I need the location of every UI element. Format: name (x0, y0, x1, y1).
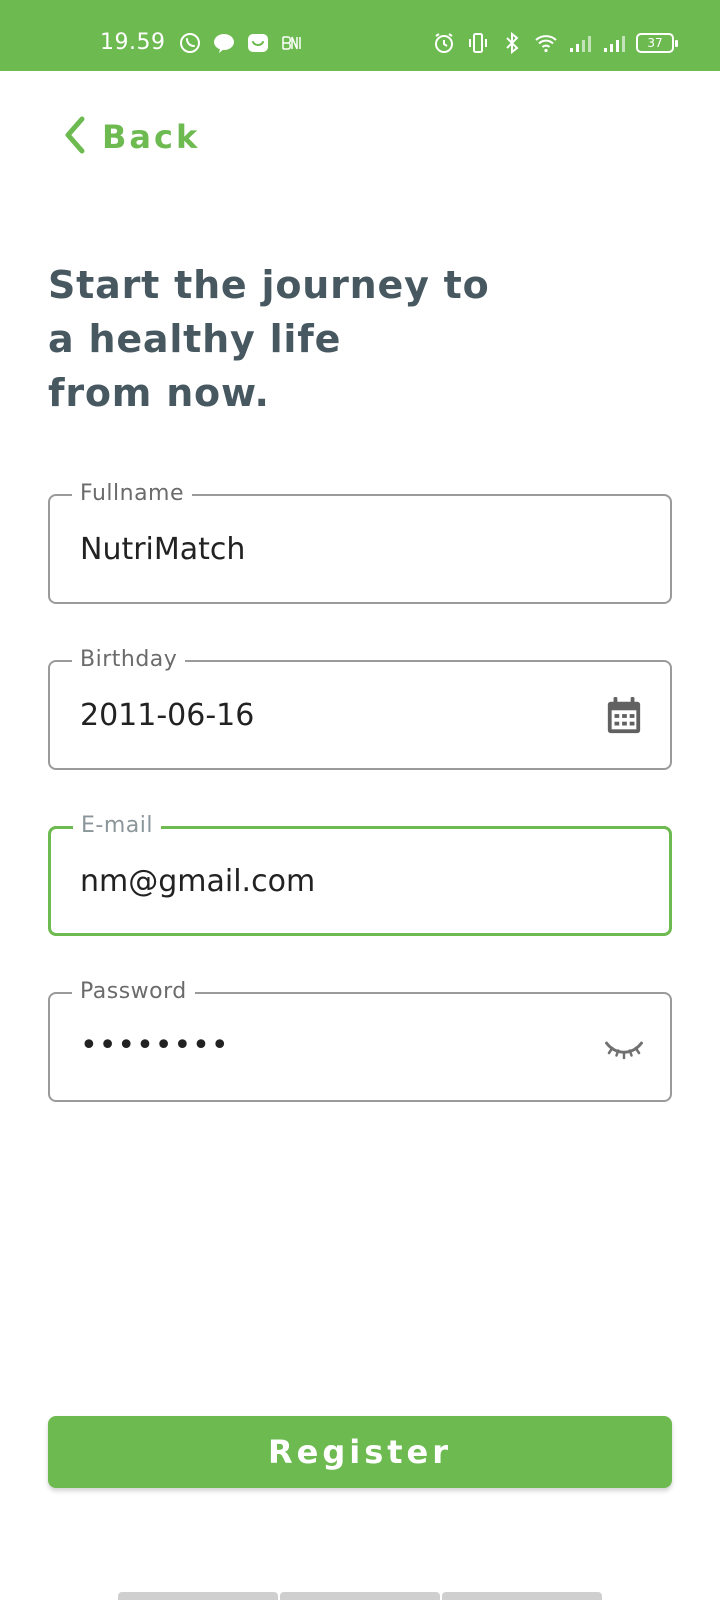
fullname-field[interactable]: Fullname NutriMatch (48, 480, 672, 604)
fullname-label: Fullname (72, 480, 193, 508)
birthday-field[interactable]: Birthday 2011-06-16 (48, 646, 672, 770)
email-field[interactable]: E-mail nm@gmail.com (48, 812, 672, 936)
gesture-bar-segment (280, 1592, 440, 1600)
battery-indicator: 37 (636, 33, 678, 53)
back-label: Back (102, 118, 201, 156)
register-button[interactable]: Register (48, 1416, 672, 1488)
page-title: Start the journey to a healthy life from… (48, 258, 548, 420)
password-label: Password (72, 978, 195, 1006)
password-field[interactable]: Password •••••••• (48, 978, 672, 1102)
password-input[interactable]: •••••••• (80, 1028, 230, 1064)
system-icons: 37 (432, 31, 678, 55)
birthday-input[interactable]: 2011-06-16 (80, 698, 254, 734)
calendar-icon[interactable] (604, 694, 644, 738)
bni-icon (280, 31, 304, 55)
email-input[interactable]: nm@gmail.com (80, 864, 315, 900)
gesture-bar[interactable] (118, 1592, 602, 1600)
bluetooth-icon (500, 31, 524, 55)
wifi-icon (534, 31, 558, 55)
eye-closed-icon[interactable] (604, 1026, 644, 1070)
birthday-label: Birthday (72, 646, 186, 674)
signal-icon (568, 31, 592, 55)
signal-icon (602, 31, 626, 55)
gesture-bar-segment (118, 1592, 278, 1600)
status-bar: 19.59 37 (0, 0, 720, 71)
title-line: from now. (48, 371, 270, 415)
line-icon (212, 31, 236, 55)
chevron-left-icon (60, 115, 90, 159)
notification-icons (178, 31, 304, 55)
title-line: a healthy life (48, 317, 342, 361)
gesture-bar-segment (442, 1592, 602, 1600)
title-line: Start the journey to (48, 263, 490, 307)
vibrate-icon (466, 31, 490, 55)
email-label: E-mail (73, 812, 161, 840)
fullname-input[interactable]: NutriMatch (80, 532, 245, 568)
whatsapp-icon (178, 31, 202, 55)
message-icon (246, 31, 270, 55)
alarm-icon (432, 31, 456, 55)
back-button[interactable]: Back (60, 115, 200, 159)
status-time: 19.59 (100, 30, 166, 55)
